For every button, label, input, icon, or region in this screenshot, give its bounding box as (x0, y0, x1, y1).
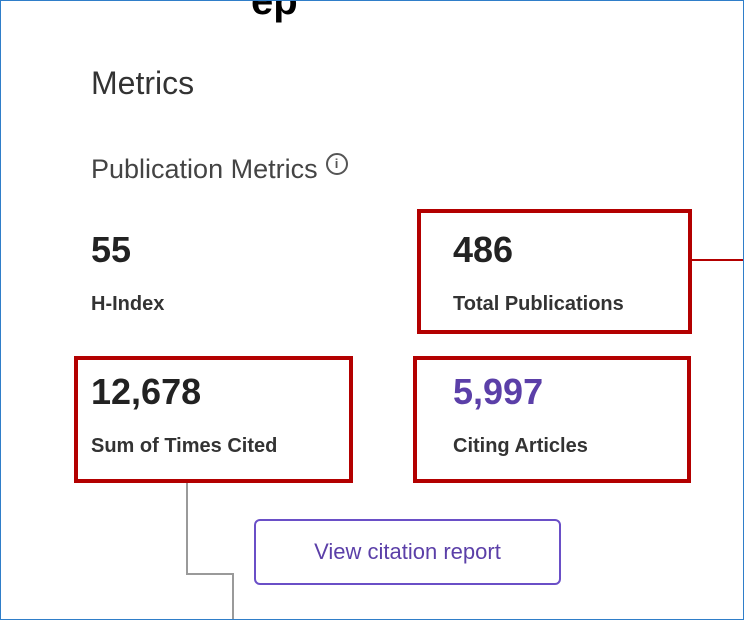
metrics-panel: ep Metrics Publication Metrics i 55 H-In… (0, 0, 744, 620)
metrics-title: Metrics (91, 65, 195, 101)
sum-times-cited-value: 12,678 (91, 371, 202, 412)
citing-articles-label: Citing Articles (453, 435, 588, 457)
h-index-value: 55 (91, 229, 132, 270)
citing-articles-value[interactable]: 5,997 (453, 371, 543, 413)
connector-line-horizontal (186, 573, 234, 575)
view-citation-report-button[interactable]: View citation report (254, 519, 561, 585)
publication-metrics-heading: Publication Metrics i (91, 152, 348, 185)
info-icon[interactable]: i (325, 152, 348, 175)
total-publications-label: Total Publications (453, 293, 624, 315)
publication-metrics-label: Publication Metrics (91, 154, 318, 184)
sum-times-cited-label: Sum of Times Cited (91, 435, 278, 457)
clipped-heading: ep (251, 0, 298, 23)
total-publications-connector (692, 259, 743, 261)
connector-line-vertical (186, 483, 188, 573)
h-index-label: H-Index (91, 293, 165, 315)
connector-line-down (232, 573, 234, 619)
total-publications-value: 486 (453, 229, 514, 270)
